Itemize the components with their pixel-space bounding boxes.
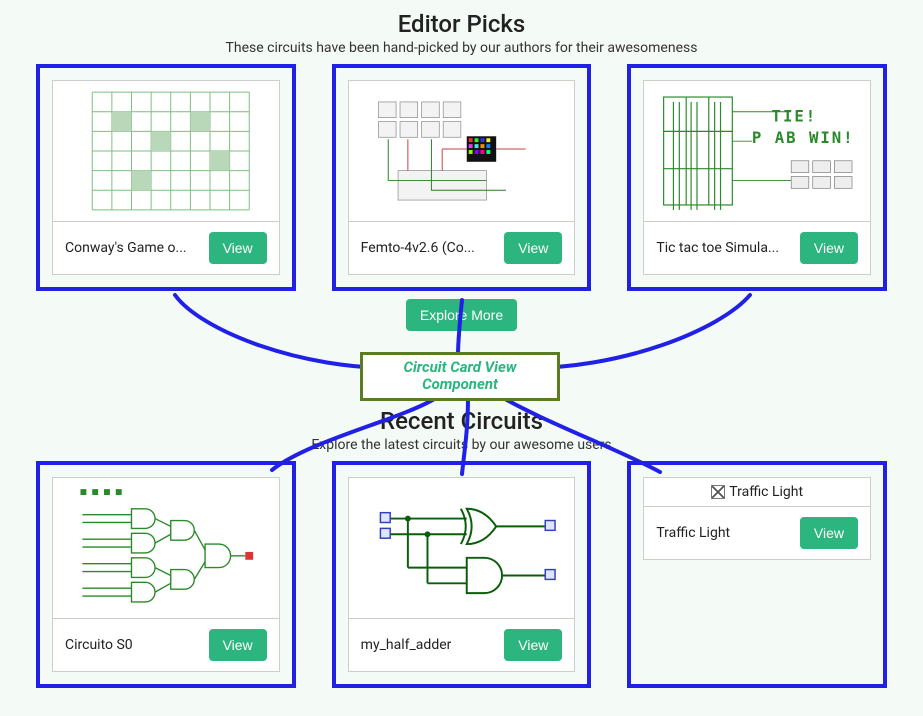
circuit-card: Circuito S0 View — [52, 477, 280, 672]
circuit-card: TIE! P AB WIN! Tic tac toe Simula... — [643, 80, 871, 275]
card-title: Conway's Game o... — [65, 240, 187, 256]
editor-card-group-2: TIE! P AB WIN! Tic tac toe Simula... — [627, 64, 887, 291]
editor-picks-title: Editor Picks — [0, 10, 923, 38]
component-callout-text: Circuit Card View Component — [369, 359, 551, 394]
circuit-card: Conway's Game o... View — [52, 80, 280, 275]
circuit-thumbnail-broken: Traffic Light — [644, 478, 870, 507]
card-footer: my_half_adder View — [349, 619, 575, 671]
card-title: Tic tac toe Simula... — [656, 240, 779, 256]
card-title: Circuito S0 — [65, 637, 133, 653]
view-button[interactable]: View — [504, 232, 562, 264]
editor-picks-row: Conway's Game o... View — [0, 64, 923, 291]
circuit-card: my_half_adder View — [348, 477, 576, 672]
recent-card-group-1: my_half_adder View — [332, 461, 592, 688]
page: Editor Picks These circuits have been ha… — [0, 0, 923, 708]
editor-card-group-0: Conway's Game o... View — [36, 64, 296, 291]
view-button[interactable]: View — [504, 629, 562, 661]
circuit-thumbnail — [53, 478, 279, 619]
circuit-thumbnail: TIE! P AB WIN! — [644, 81, 870, 222]
card-title: my_half_adder — [361, 637, 452, 653]
component-callout: Circuit Card View Component — [360, 352, 560, 401]
recent-row: Circuito S0 View — [0, 461, 923, 688]
card-footer: Circuito S0 View — [53, 619, 279, 671]
recent-subtitle: Explore the latest circuits by our aweso… — [0, 437, 923, 453]
circuit-card: Traffic Light Traffic Light View — [643, 477, 871, 560]
half-adder-icon — [349, 478, 575, 618]
circuit-thumbnail — [53, 81, 279, 222]
svg-text:P AB WIN!: P AB WIN! — [752, 128, 855, 147]
card-footer: Traffic Light View — [644, 507, 870, 559]
svg-text:TIE!: TIE! — [772, 107, 818, 126]
tictactoe-board-icon: TIE! P AB WIN! — [644, 81, 870, 221]
logic-gates-icon — [53, 478, 279, 618]
view-button[interactable]: View — [209, 629, 267, 661]
circuit-thumbnail — [349, 81, 575, 222]
card-footer: Femto-4v2.6 (Co... View — [349, 222, 575, 274]
editor-card-group-1: Femto-4v2.6 (Co... View — [332, 64, 592, 291]
view-button[interactable]: View — [800, 232, 858, 264]
recent-card-group-2: Traffic Light Traffic Light View — [627, 461, 887, 688]
recent-title: Recent Circuits — [0, 407, 923, 435]
recent-card-group-0: Circuito S0 View — [36, 461, 296, 688]
view-button[interactable]: View — [800, 517, 858, 549]
circuit-card: Femto-4v2.6 (Co... View — [348, 80, 576, 275]
card-footer: Conway's Game o... View — [53, 222, 279, 274]
editor-picks-subtitle: These circuits have been hand-picked by … — [0, 40, 923, 56]
circuit-thumbnail — [349, 478, 575, 619]
card-footer: Tic tac toe Simula... View — [644, 222, 870, 274]
conway-grid-icon — [53, 81, 279, 221]
card-title: Femto-4v2.6 (Co... — [361, 240, 475, 256]
view-button[interactable]: View — [209, 232, 267, 264]
explore-more-button[interactable]: Explore More — [406, 299, 517, 331]
cpu-diagram-icon — [349, 81, 575, 221]
explore-more-wrap: Explore More — [0, 299, 923, 331]
broken-image-icon: Traffic Light — [705, 478, 809, 506]
card-title: Traffic Light — [656, 525, 730, 541]
